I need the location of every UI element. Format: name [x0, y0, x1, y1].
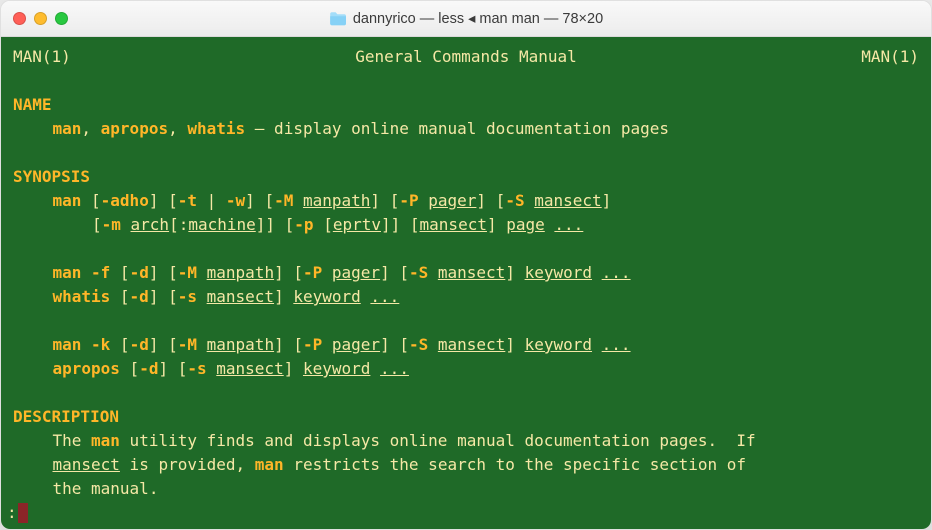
synopsis-line-1: man [-adho] [-t | -w] [-M manpath] [-P p…: [13, 189, 919, 213]
description-line-1: The man utility finds and displays onlin…: [13, 429, 919, 453]
close-button[interactable]: [13, 12, 26, 25]
cursor-icon: [18, 503, 28, 523]
header-right: MAN(1): [861, 45, 919, 69]
terminal-window: dannyrico — less ◂ man man — 78×20 MAN(1…: [0, 0, 932, 530]
section-heading-name: NAME: [13, 93, 919, 117]
synopsis-line-3: man -f [-d] [-M manpath] [-P pager] [-S …: [13, 261, 919, 285]
section-heading-synopsis: SYNOPSIS: [13, 165, 919, 189]
less-prompt[interactable]: :: [7, 501, 28, 525]
description-line-2: mansect is provided, man restricts the s…: [13, 453, 919, 477]
titlebar[interactable]: dannyrico — less ◂ man man — 78×20: [1, 1, 931, 37]
terminal-body[interactable]: MAN(1) General Commands Manual MAN(1) NA…: [1, 37, 931, 529]
description-line-3: the manual.: [13, 477, 919, 501]
prompt-colon: :: [7, 501, 17, 525]
manpage-header: MAN(1) General Commands Manual MAN(1): [13, 45, 919, 69]
maximize-button[interactable]: [55, 12, 68, 25]
folder-icon: [329, 12, 347, 26]
name-line: man, apropos, whatis — display online ma…: [13, 117, 919, 141]
minimize-button[interactable]: [34, 12, 47, 25]
traffic-lights: [13, 12, 68, 25]
synopsis-line-4: whatis [-d] [-s mansect] keyword ...: [13, 285, 919, 309]
section-heading-description: DESCRIPTION: [13, 405, 919, 429]
synopsis-line-6: apropos [-d] [-s mansect] keyword ...: [13, 357, 919, 381]
synopsis-line-2: [-m arch[:machine]] [-p [eprtv]] [mansec…: [13, 213, 919, 237]
window-title: dannyrico — less ◂ man man — 78×20: [353, 11, 603, 27]
synopsis-line-5: man -k [-d] [-M manpath] [-P pager] [-S …: [13, 333, 919, 357]
title: dannyrico — less ◂ man man — 78×20: [1, 11, 931, 27]
header-left: MAN(1): [13, 45, 71, 69]
header-center: General Commands Manual: [355, 45, 577, 69]
